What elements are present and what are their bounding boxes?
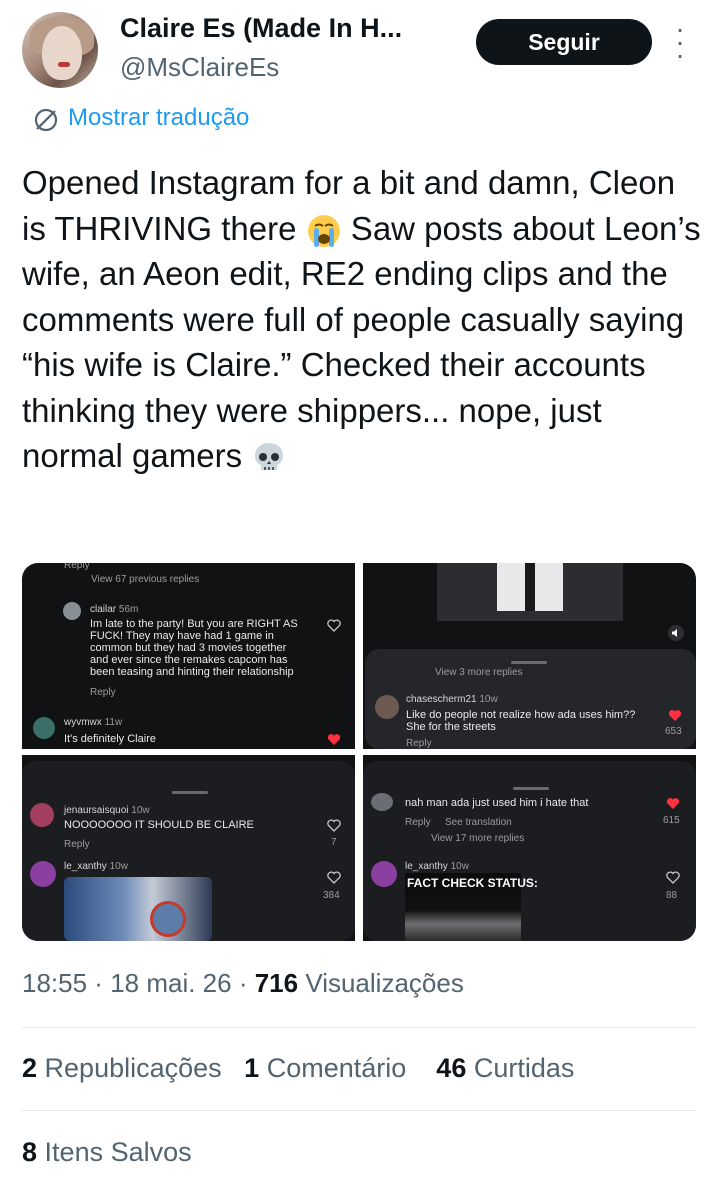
tweet-meta: 18:55 · 18 mai. 26 · 716 Visualizações — [22, 968, 464, 998]
reposts-stat[interactable]: 2 Republicações — [22, 1053, 222, 1083]
avatar — [371, 793, 393, 811]
tweet-date[interactable]: 18 mai. 26 — [110, 968, 231, 998]
avatar — [30, 803, 54, 827]
video-thumbnail — [437, 563, 623, 621]
media-grid[interactable]: Reply View 67 previous replies clailar 5… — [22, 563, 696, 941]
view-more-replies: View 3 more replies — [435, 667, 523, 678]
comment-text-line: Im late to the party! But you are RIGHT … — [90, 618, 298, 630]
author-name[interactable]: Claire Es (Made In H... — [120, 13, 402, 44]
reply-link: Reply — [405, 817, 431, 828]
author-avatar[interactable] — [22, 12, 98, 88]
avatar — [375, 695, 399, 719]
saved-stat[interactable]: 8 Itens Salvos — [22, 1137, 192, 1168]
like-count: 7 — [331, 837, 337, 848]
heart-outline-icon — [327, 619, 341, 632]
comment-text-line: FUCK! They may have had 1 game in — [90, 630, 274, 642]
reply-link: Reply — [406, 738, 432, 749]
speaker-icon — [668, 625, 684, 641]
comment-username: jenaursaisquoi 10w — [64, 805, 150, 816]
tweet-text: Opened Instagram for a bit and damn, Cle… — [22, 160, 702, 479]
comment-text: It's definitely Claire — [64, 733, 156, 745]
views-count: 716 — [254, 968, 299, 998]
reply-link: Reply — [64, 563, 90, 571]
comment-text: nah man ada just used him i hate that — [405, 797, 589, 809]
comment-username: le_xanthy 10w — [64, 861, 128, 872]
screenshot-4[interactable]: nah man ada just used him i hate that Re… — [363, 755, 696, 941]
comment-text: NOOOOOOO IT SHOULD BE CLAIRE — [64, 819, 254, 831]
skull-icon — [255, 443, 284, 471]
heart-filled-icon — [327, 734, 341, 745]
avatar — [63, 602, 81, 620]
screenshot-1[interactable]: Reply View 67 previous replies clailar 5… — [22, 563, 355, 749]
comment-username: wyvmwx 11w — [64, 717, 123, 728]
comments-sheet: View 3 more replies chasescherm21 10w Li… — [365, 649, 696, 749]
heart-outline-icon — [327, 819, 341, 832]
tweet-text-part-2: Saw posts about Leon’s wife, an Aeon edi… — [22, 209, 701, 475]
tweet-time[interactable]: 18:55 — [22, 968, 87, 998]
views-label: Visualizações — [305, 968, 464, 998]
likes-stat[interactable]: 46 Curtidas — [436, 1053, 574, 1083]
comment-username: clailar 56m — [90, 604, 139, 615]
comment-username: chasescherm21 10w — [406, 694, 498, 705]
avatar — [30, 861, 56, 887]
like-count: 653 — [665, 726, 682, 737]
like-count: 88 — [666, 890, 678, 901]
reply-link: Reply — [90, 687, 116, 698]
heart-outline-icon — [327, 871, 341, 884]
comments-sheet: jenaursaisquoi 10w NOOOOOOO IT SHOULD BE… — [22, 761, 355, 941]
comment-text-line: Like do people not realize how ada uses … — [406, 709, 636, 721]
reply-link: Reply — [64, 839, 90, 850]
comment-username: le_xanthy 10w — [405, 861, 469, 872]
comment-text-line: common but they had 3 movies together — [90, 642, 287, 654]
screenshot-2[interactable]: View 3 more replies chasescherm21 10w Li… — [363, 563, 696, 749]
view-more-replies: View 17 more replies — [431, 833, 525, 844]
view-previous-replies: View 67 previous replies — [91, 574, 200, 585]
divider — [22, 1110, 696, 1111]
comment-image — [64, 877, 212, 941]
comments-stat[interactable]: 1 Comentário — [244, 1053, 406, 1083]
screenshot-3[interactable]: jenaursaisquoi 10w NOOOOOOO IT SHOULD BE… — [22, 755, 355, 941]
heart-filled-icon — [666, 798, 680, 809]
more-options-icon[interactable]: · · · — [672, 15, 688, 69]
comment-text-line: and ever since the remakes capcom has — [90, 654, 288, 666]
comments-sheet: nah man ada just used him i hate that Re… — [363, 761, 696, 941]
engagement-stats: 2 Republicações 1 Comentário 46 Curtidas — [22, 1053, 574, 1084]
show-translation-link[interactable]: Mostrar tradução — [68, 104, 249, 132]
heart-outline-icon — [666, 871, 680, 884]
translate-icon — [34, 108, 58, 132]
comment-image: FACT CHECK STATUS: — [405, 873, 538, 941]
comment-text-line: She for the streets — [406, 721, 496, 733]
heart-filled-icon — [668, 710, 682, 721]
follow-button[interactable]: Seguir — [476, 19, 652, 65]
author-handle[interactable]: @MsClaireEs — [120, 52, 279, 83]
avatar — [33, 717, 55, 739]
image-caption: FACT CHECK STATUS: — [407, 876, 538, 890]
loudly-crying-face-icon — [307, 214, 340, 247]
like-count: 384 — [323, 890, 340, 901]
comment-text-line: been teasing and hinting their relations… — [90, 666, 294, 678]
like-count: 615 — [663, 815, 680, 826]
avatar — [371, 861, 397, 887]
see-translation-link: See translation — [445, 817, 512, 828]
divider — [22, 1027, 696, 1028]
